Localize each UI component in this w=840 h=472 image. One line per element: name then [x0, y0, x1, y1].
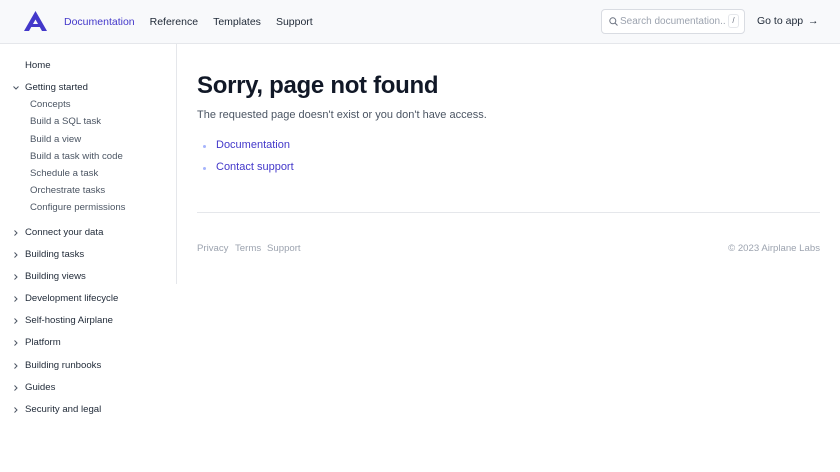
chevron-right-icon[interactable]	[12, 362, 20, 370]
sidebar-subitem-build-task-with-code[interactable]: Build a task with code	[30, 151, 123, 162]
search-input[interactable]	[620, 14, 726, 29]
sidebar-subitem-build-view[interactable]: Build a view	[30, 134, 81, 145]
bullet-icon	[203, 145, 206, 148]
chevron-right-icon[interactable]	[12, 251, 20, 259]
sidebar-item-platform[interactable]: Platform	[25, 337, 61, 348]
sidebar-item-building-runbooks[interactable]: Building runbooks	[25, 360, 101, 371]
footer-support-link[interactable]: Support	[267, 243, 301, 254]
sidebar	[0, 44, 177, 284]
sidebar-item-connect-your-data[interactable]: Connect your data	[25, 227, 103, 238]
chevron-down-icon[interactable]	[12, 84, 20, 92]
sidebar-subitem-configure-permissions[interactable]: Configure permissions	[30, 202, 125, 213]
footer-divider	[197, 212, 820, 213]
airplane-logo-icon[interactable]	[24, 11, 47, 31]
sidebar-item-building-views[interactable]: Building views	[25, 271, 86, 282]
copyright-text: © 2023 Airplane Labs	[728, 243, 820, 254]
page-title: Sorry, page not found	[197, 72, 439, 99]
chevron-right-icon[interactable]	[12, 384, 20, 392]
sidebar-item-development-lifecycle[interactable]: Development lifecycle	[25, 293, 118, 304]
chevron-right-icon[interactable]	[12, 273, 20, 281]
nav-reference[interactable]: Reference	[150, 16, 198, 28]
arrow-right-icon: →	[808, 15, 819, 27]
chevron-right-icon[interactable]	[12, 339, 20, 347]
chevron-right-icon[interactable]	[12, 317, 20, 325]
sidebar-item-security-and-legal[interactable]: Security and legal	[25, 404, 101, 415]
sidebar-item-getting-started[interactable]: Getting started	[25, 82, 88, 93]
chevron-right-icon[interactable]	[12, 295, 20, 303]
footer-terms-link[interactable]: Terms	[235, 243, 261, 254]
sidebar-item-building-tasks[interactable]: Building tasks	[25, 249, 84, 260]
search-icon	[609, 17, 618, 26]
nav-documentation[interactable]: Documentation	[64, 16, 135, 28]
footer-privacy-link[interactable]: Privacy	[197, 243, 228, 254]
sidebar-item-home[interactable]: Home	[25, 60, 51, 71]
nav-templates[interactable]: Templates	[213, 16, 261, 28]
sidebar-item-self-hosting-airplane[interactable]: Self-hosting Airplane	[25, 315, 113, 326]
sidebar-subitem-schedule-task[interactable]: Schedule a task	[30, 168, 98, 179]
sidebar-item-guides[interactable]: Guides	[25, 382, 55, 393]
go-to-app-button[interactable]: Go to app →	[757, 15, 819, 27]
top-bar: Documentation Reference Templates Suppor…	[0, 0, 840, 44]
page-description: The requested page doesn't exist or you …	[197, 109, 487, 121]
search-shortcut-badge: /	[728, 14, 739, 28]
sidebar-subitem-build-sql-task[interactable]: Build a SQL task	[30, 116, 101, 127]
nav-support[interactable]: Support	[276, 16, 313, 28]
bullet-icon	[203, 167, 206, 170]
chevron-right-icon[interactable]	[12, 406, 20, 414]
go-to-app-label: Go to app	[757, 15, 804, 27]
sidebar-subitem-concepts[interactable]: Concepts	[30, 99, 71, 110]
search-box[interactable]	[601, 9, 745, 34]
sidebar-subitem-orchestrate-tasks[interactable]: Orchestrate tasks	[30, 185, 105, 196]
contact-support-link[interactable]: Contact support	[216, 161, 294, 173]
documentation-link[interactable]: Documentation	[216, 139, 290, 151]
main-nav: Documentation Reference Templates Suppor…	[64, 0, 328, 44]
chevron-right-icon[interactable]	[12, 229, 20, 237]
